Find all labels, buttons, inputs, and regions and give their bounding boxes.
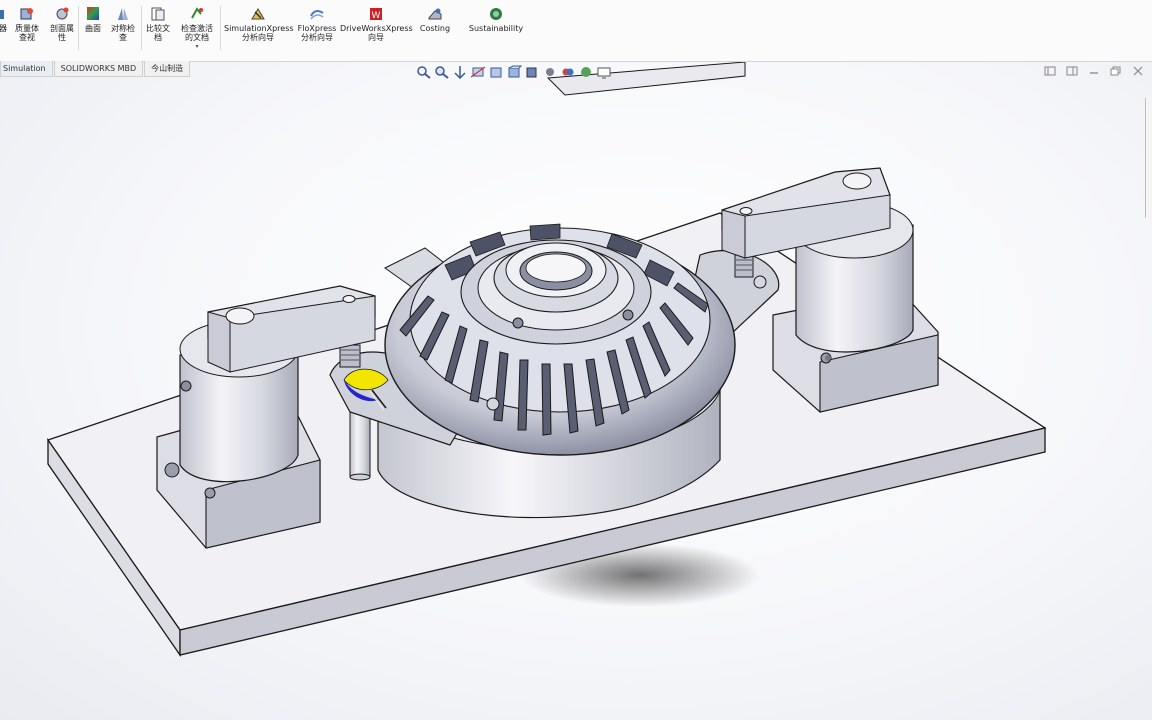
- tab-custom[interactable]: 今山制造: [144, 61, 191, 77]
- model-view[interactable]: [0, 62, 1152, 720]
- ribbon-item-compare-doc[interactable]: 比较文 档: [144, 6, 172, 42]
- support-screw-left[interactable]: [339, 344, 361, 368]
- ribbon-item-sustainability[interactable]: Sustainability: [466, 6, 526, 33]
- ribbon-item-costing[interactable]: Costing: [416, 6, 454, 33]
- ribbon-item-cut[interactable]: 器: [0, 6, 8, 33]
- command-manager-ribbon: 器 质量体 查视 剖面属 性 曲面 对称检 查 比较文 档 检查激活 的文档 ▾…: [0, 0, 1152, 62]
- ribbon-item-driveworks[interactable]: W DriveWorksXpress 向导: [340, 6, 413, 42]
- command-tabs: Simulation SOLIDWORKS MBD 今山制造: [0, 61, 191, 77]
- close-icon[interactable]: [1132, 66, 1144, 76]
- edit-appearance-icon[interactable]: [560, 65, 576, 79]
- symmetry-icon: [118, 8, 128, 20]
- floxpress-icon: [310, 10, 324, 20]
- minimize-icon[interactable]: [1088, 66, 1100, 76]
- dynamic-annotation-icon[interactable]: [488, 65, 504, 79]
- hide-show-items-icon[interactable]: [542, 65, 558, 79]
- graphics-area[interactable]: [0, 62, 1152, 720]
- ribbon-separator: [220, 6, 221, 50]
- section-props-icon: [56, 7, 69, 20]
- section-view-icon[interactable]: [470, 65, 486, 79]
- zoom-area-icon[interactable]: [434, 65, 450, 79]
- sustainability-icon: [490, 8, 502, 20]
- dropdown-arrow-icon[interactable]: ▾: [176, 42, 218, 51]
- view-orientation-icon[interactable]: [506, 65, 522, 79]
- check-doc-icon: [191, 7, 203, 19]
- ribbon-item-simulationxpress[interactable]: SimulationXpress 分析向导: [224, 6, 294, 42]
- tile-vertical-icon[interactable]: [1066, 66, 1078, 76]
- zoom-to-fit-icon[interactable]: [416, 65, 432, 79]
- support-screw-right[interactable]: [734, 254, 754, 278]
- viewport-window-controls: [1034, 66, 1144, 76]
- ribbon-item-floxpress[interactable]: FloXpress 分析向导: [296, 6, 338, 42]
- ribbon-item-mass[interactable]: 质量体 查视: [12, 6, 42, 42]
- costing-icon: [428, 8, 442, 20]
- display-style-icon[interactable]: [524, 65, 540, 79]
- previous-view-icon[interactable]: [452, 65, 468, 79]
- base-hole: [825, 355, 831, 361]
- driveworks-icon: W: [370, 8, 382, 21]
- ribbon-separator: [141, 6, 142, 50]
- ribbon-item-surface[interactable]: 曲面: [81, 6, 105, 33]
- compare-doc-icon: [151, 7, 165, 21]
- task-pane-tabs[interactable]: [1145, 98, 1152, 218]
- ribbon-item-check-doc[interactable]: 检查激活 的文档 ▾: [176, 6, 218, 51]
- ribbon-item-symmetry[interactable]: 对称检 查: [108, 6, 138, 42]
- tab-simulation[interactable]: Simulation: [0, 61, 53, 77]
- mass-properties-icon: [20, 8, 33, 20]
- surface-icon: [87, 7, 99, 20]
- apply-scene-icon[interactable]: [578, 65, 594, 79]
- svg-text:W: W: [372, 11, 381, 21]
- tab-solidworks-mbd[interactable]: SOLIDWORKS MBD: [53, 61, 144, 77]
- heads-up-view-toolbar: [416, 64, 614, 80]
- simulationxpress-icon: [251, 8, 265, 20]
- tile-horizontal-icon[interactable]: [1044, 66, 1056, 76]
- view-settings-icon[interactable]: [596, 65, 612, 79]
- ribbon-separator: [78, 6, 79, 50]
- restore-icon[interactable]: [1110, 66, 1122, 76]
- ribbon-item-section[interactable]: 剖面属 性: [47, 6, 77, 42]
